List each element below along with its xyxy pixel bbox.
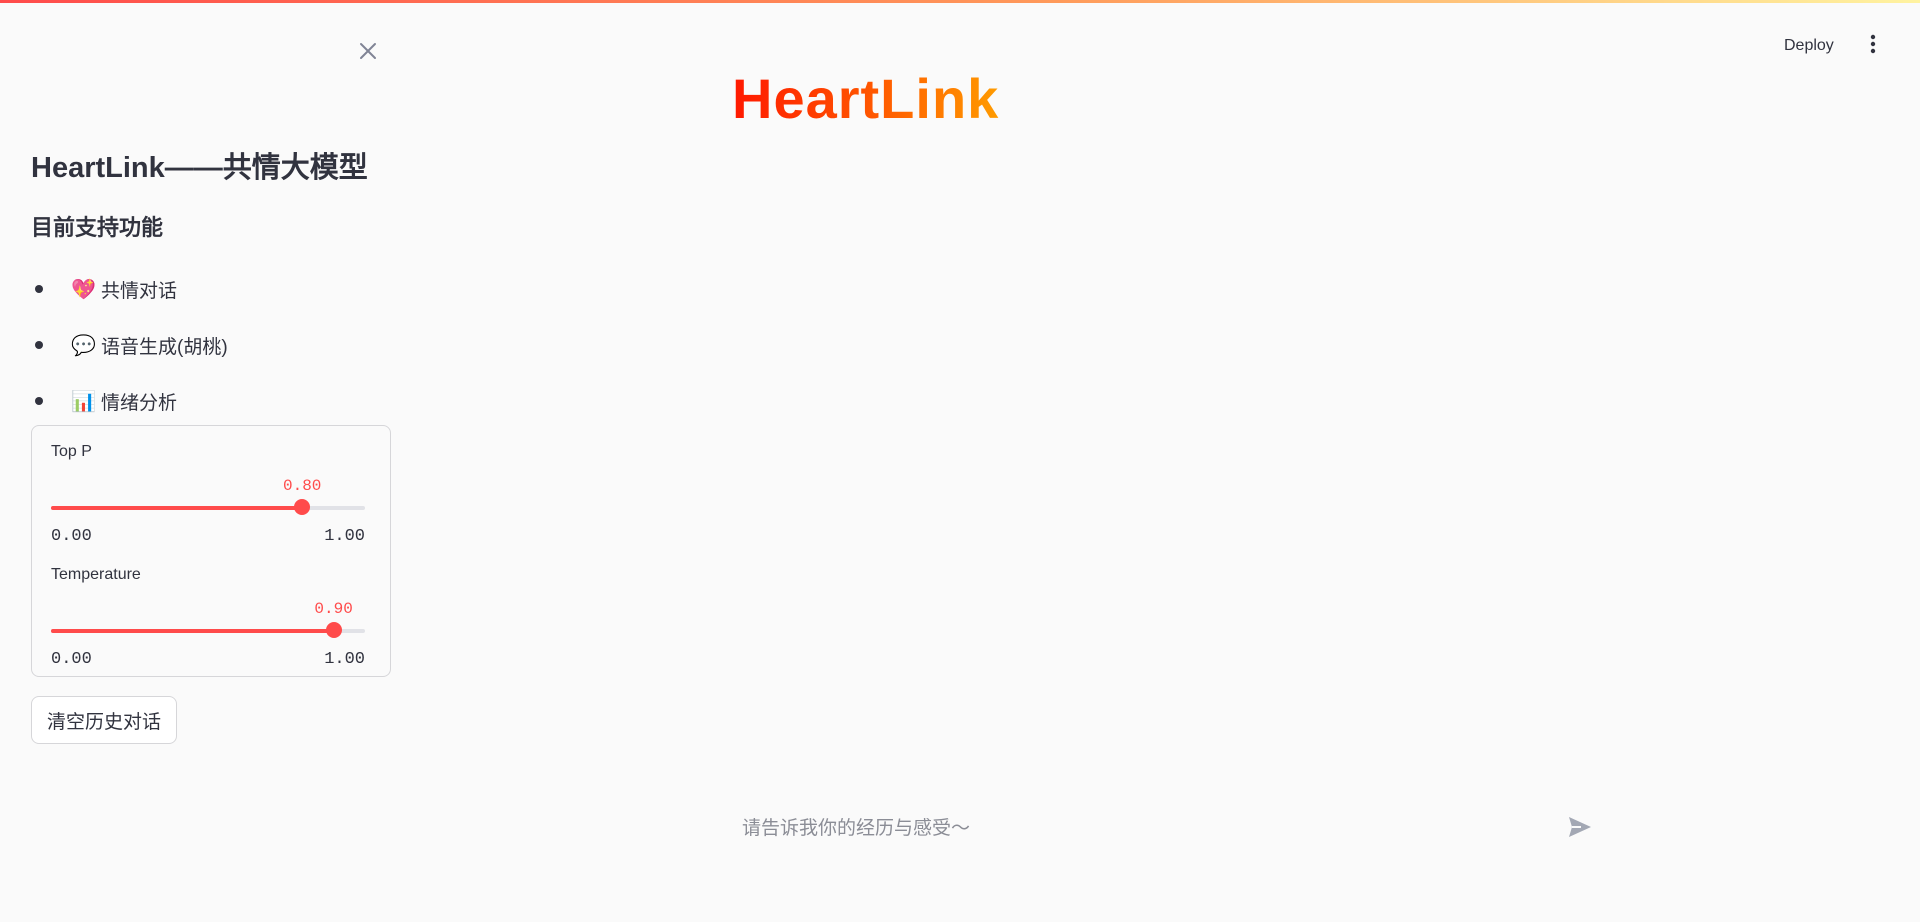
slider-fill <box>51 506 303 510</box>
slider-min-label: 0.00 <box>51 527 92 546</box>
sidebar-close-button[interactable] <box>354 37 382 65</box>
slider-track[interactable] <box>51 629 365 633</box>
slider-track[interactable] <box>51 506 365 510</box>
feature-list: 💖 共情对话 💬 语音生成(胡桃) 📊 情绪分析 <box>31 261 228 429</box>
sidebar-subtitle: 目前支持功能 <box>31 215 164 240</box>
bullet-icon <box>35 341 43 349</box>
temperature-slider: Temperature 0.90 0.00 1.00 <box>51 566 365 676</box>
top-p-slider: Top P 0.80 0.00 1.00 <box>51 443 365 553</box>
feature-label: 语音生成(胡桃) <box>101 336 228 358</box>
send-button[interactable] <box>1564 813 1596 845</box>
slider-label: Temperature <box>51 566 141 583</box>
speech-bubble-icon: 💬 <box>71 334 96 357</box>
settings-panel: Top P 0.80 0.00 1.00 Temperature 0.90 0.… <box>31 425 391 677</box>
slider-value: 0.80 <box>282 477 322 495</box>
slider-min-label: 0.00 <box>51 650 92 669</box>
clear-history-button[interactable]: 清空历史对话 <box>31 696 178 744</box>
slider-max-label: 1.00 <box>324 527 365 546</box>
bullet-icon <box>35 397 43 405</box>
sidebar: HeartLink——共情大模型 目前支持功能 💖 共情对话 💬 语音生成(胡桃… <box>0 3 400 922</box>
feature-label: 情绪分析 <box>101 392 178 414</box>
list-item: 💖 共情对话 <box>31 261 228 317</box>
heart-icon: 💖 <box>71 278 96 301</box>
bar-chart-icon: 📊 <box>71 390 96 413</box>
send-icon <box>1568 816 1592 843</box>
main-menu-button[interactable] <box>1860 32 1886 60</box>
vertical-dots-icon <box>1870 34 1876 59</box>
list-item: 📊 情绪分析 <box>31 373 228 429</box>
sidebar-title: HeartLink——共情大模型 <box>31 152 368 184</box>
slider-label: Top P <box>51 443 92 460</box>
feature-label: 共情对话 <box>101 280 178 302</box>
slider-thumb[interactable] <box>325 622 342 638</box>
list-item: 💬 语音生成(胡桃) <box>31 317 228 373</box>
slider-fill <box>51 629 334 633</box>
deploy-button[interactable]: Deploy <box>1778 32 1840 60</box>
close-icon <box>359 36 377 67</box>
chat-input-container <box>730 803 1600 855</box>
slider-thumb[interactable] <box>294 499 311 515</box>
slider-max-label: 1.00 <box>324 650 365 669</box>
bullet-icon <box>35 285 43 293</box>
page-title: HeartLink <box>732 67 1000 130</box>
chat-input[interactable] <box>730 803 1550 855</box>
slider-value: 0.90 <box>314 600 353 618</box>
